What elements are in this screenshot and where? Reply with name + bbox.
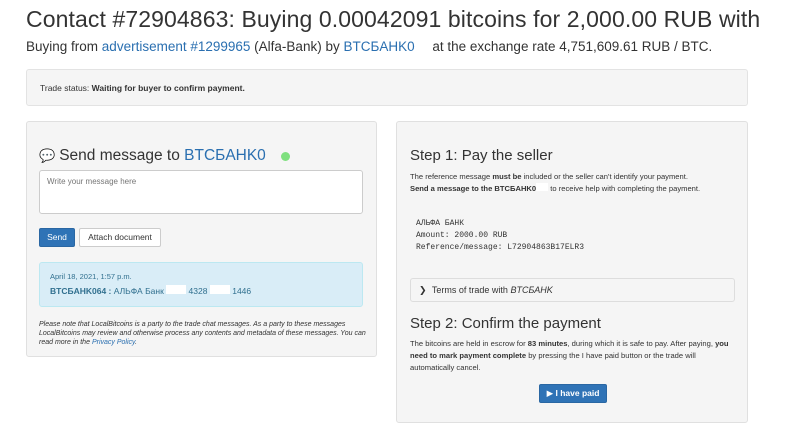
- message-date: April 18, 2021, 1:57 p.m.: [50, 272, 132, 281]
- message-text-part3: 1446: [232, 286, 252, 296]
- terms-prefix: Terms of trade with: [431, 285, 508, 295]
- online-status-icon: [281, 152, 290, 161]
- redaction: [414, 41, 429, 51]
- trade-subtitle: Buying from advertisement #1299965 (Alfa…: [26, 39, 712, 54]
- trade-status-box: Trade status: Waiting for buyer to confi…: [26, 69, 748, 106]
- reference-bank-line: АЛЬФА БАНК: [416, 219, 465, 228]
- step2-instructions: The bitcoins are held in escrow for 83 m…: [410, 338, 736, 374]
- play-icon: ▶: [546, 388, 554, 398]
- message-body: BTCБAHK064 : АЛЬФА Банк 4328 1446: [50, 285, 362, 296]
- status-label: Trade status:: [40, 83, 90, 93]
- step1-text-e: to receive help with completing the paym…: [550, 184, 701, 193]
- step1-text-a: The reference message: [410, 172, 491, 181]
- subtitle-prefix: Buying from: [26, 39, 99, 54]
- note-suffix: .: [134, 339, 137, 346]
- status-value: Waiting for buyer to confirm payment.: [91, 83, 245, 93]
- step2-text-a: The bitcoins are held in escrow for: [410, 339, 526, 348]
- chat-privacy-note: Please note that LocalBitcoins is a part…: [39, 320, 369, 347]
- message-sender: BTCБAHK064 :: [50, 286, 112, 296]
- redaction: [166, 285, 187, 294]
- chat-panel: 💬Send message to BTCБAHK0 Send Attach do…: [26, 121, 377, 357]
- note-text: Please note that LocalBitcoins is a part…: [39, 321, 366, 346]
- message-text-part1: АЛЬФА Банк: [113, 286, 164, 296]
- step1-instructions: The reference message must be included o…: [410, 171, 736, 195]
- advertisement-link[interactable]: advertisement #1299965: [102, 39, 251, 54]
- chat-title-prefix: Send message to: [59, 147, 180, 164]
- step1-text-c: included or the seller can't identify yo…: [523, 172, 688, 181]
- send-button[interactable]: Send: [39, 228, 75, 247]
- chat-title: 💬 Send message to BTCБAHK0: [39, 147, 266, 165]
- chat-message: April 18, 2021, 1:57 p.m. BTCБAHK064 : А…: [39, 262, 363, 307]
- terms-seller: BTCБAHK: [510, 285, 553, 295]
- redaction: [536, 183, 549, 191]
- chat-seller-link[interactable]: BTCБAHK0: [184, 147, 266, 164]
- seller-link[interactable]: BTCБAHK0: [343, 39, 414, 54]
- reference-message-line: Reference/message: L72904863B17ELR3: [416, 243, 585, 252]
- message-input[interactable]: [39, 170, 363, 214]
- redaction: [209, 285, 230, 294]
- step1-text-d: Send a message to the BTCБAHK0: [410, 184, 537, 193]
- step2-text-b: 83 minutes: [527, 339, 568, 348]
- step1-title: Step 1: Pay the seller: [410, 147, 553, 164]
- reference-amount-line: Amount: 2000.00 RUB: [416, 231, 508, 240]
- step2-title: Step 2: Confirm the payment: [410, 315, 601, 332]
- payment-reference-block: АЛЬФА БАНК Amount: 2000.00 RUB Reference…: [410, 214, 747, 266]
- bank-text: (Alfa-Bank) by: [254, 39, 340, 54]
- payment-steps-panel: Step 1: Pay the seller The reference mes…: [396, 121, 748, 423]
- privacy-policy-link[interactable]: Privacy Policy: [92, 339, 135, 346]
- message-text-part2: 4328: [188, 286, 208, 296]
- i-have-paid-button[interactable]: ▶ I have paid: [539, 384, 607, 403]
- step1-text-b: must be: [492, 172, 522, 181]
- terms-of-trade-toggle[interactable]: ❯ Terms of trade with BTCБAHK: [410, 278, 735, 302]
- attach-document-button[interactable]: Attach document: [79, 228, 161, 247]
- i-have-paid-label: I have paid: [555, 388, 600, 398]
- comment-icon: 💬: [39, 148, 56, 163]
- chevron-right-icon: ❯: [419, 285, 427, 295]
- step2-text-c: , during which it is safe to pay. After …: [567, 339, 713, 348]
- page-title: Contact #72904863: Buying 0.00042091 bit…: [26, 6, 761, 32]
- exchange-rate-text: at the exchange rate 4,751,609.61 RUB / …: [432, 39, 713, 54]
